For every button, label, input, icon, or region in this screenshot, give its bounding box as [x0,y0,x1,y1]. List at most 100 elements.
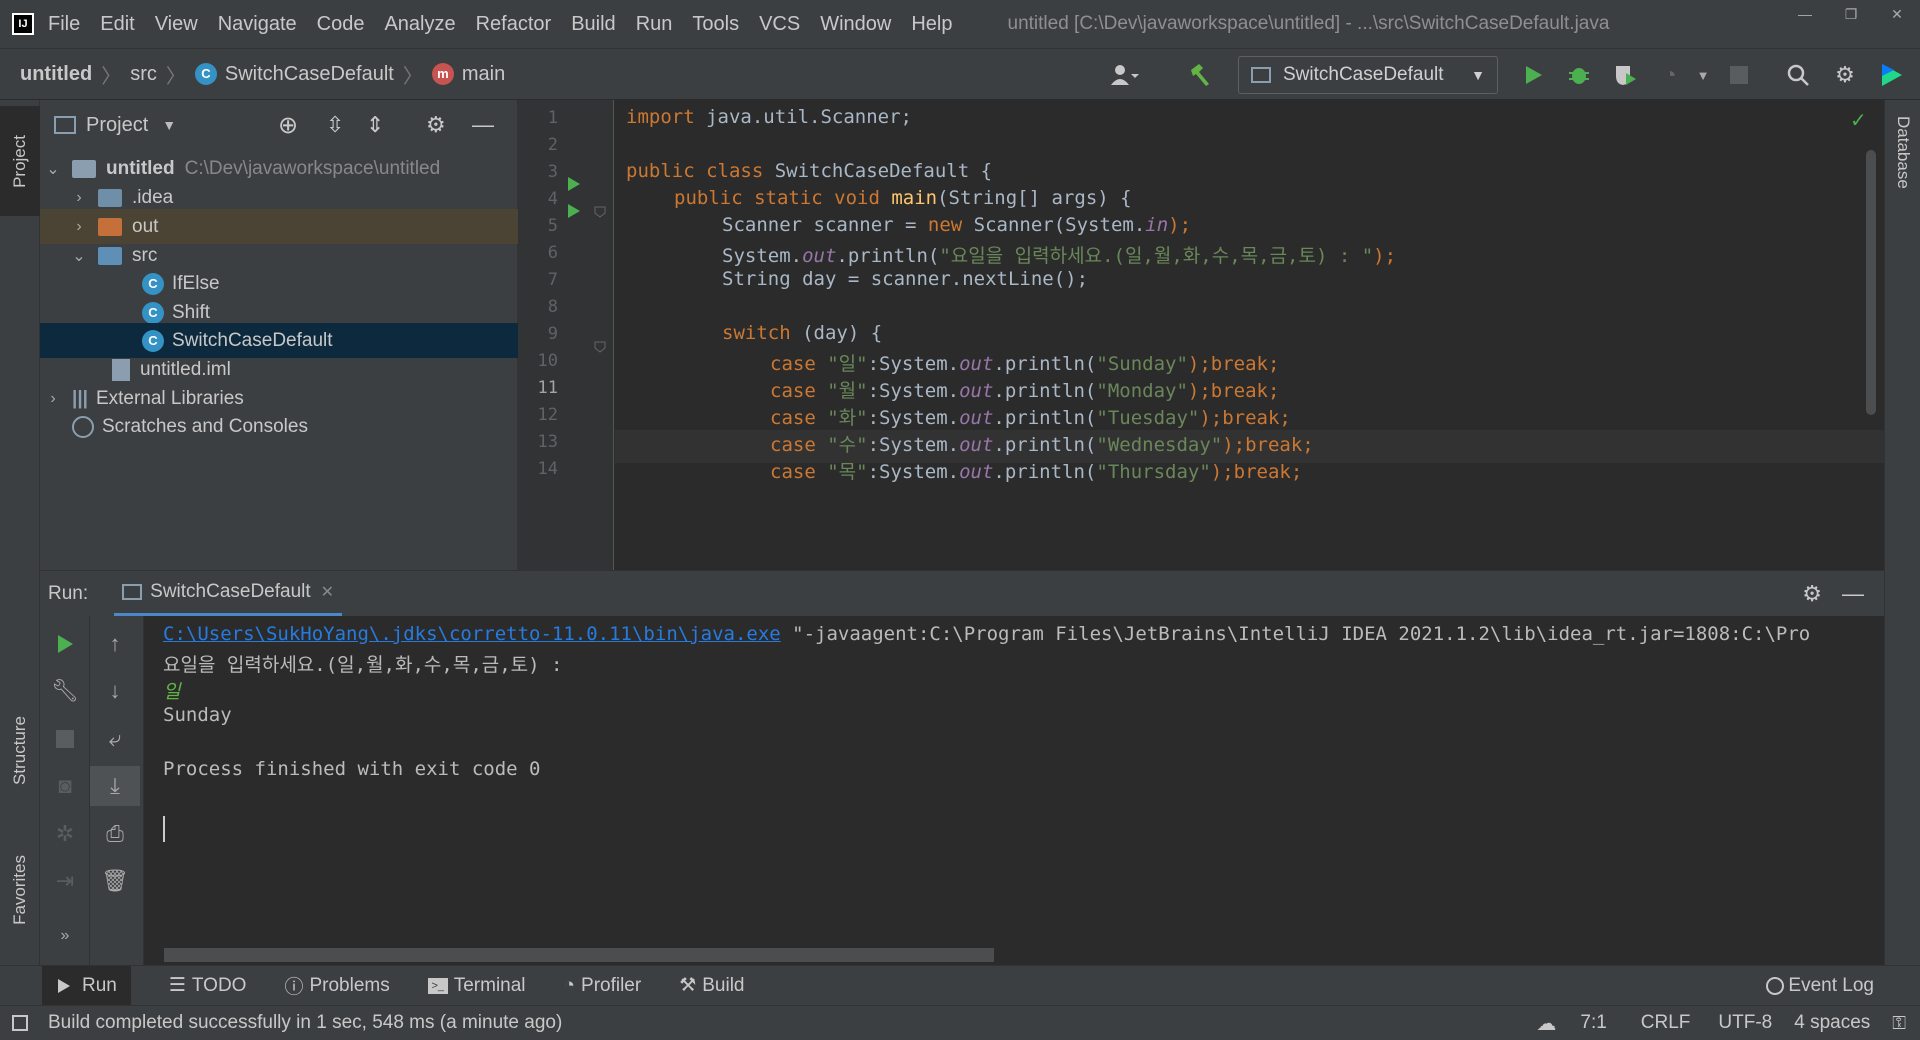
chevron-right-icon[interactable]: › [70,189,88,207]
minimize-icon[interactable]: — [1782,0,1828,30]
stop-icon[interactable] [1724,60,1754,90]
search-icon[interactable] [1783,60,1813,90]
hide-run-panel-icon[interactable]: — [1842,581,1864,607]
bottom-tab-terminal[interactable]: >_ Terminal [427,975,526,997]
tool-windows-toggle-icon[interactable] [12,1015,28,1031]
collapse-all-icon[interactable]: ⇕ [366,112,384,138]
window-title: untitled [C:\Dev\javaworkspace\untitled]… [1007,13,1610,34]
code-token: break; [1222,407,1291,429]
code-editor[interactable]: 1 2 3 4 5 6 7 8 9 10 11 12 13 14 import … [518,100,1884,570]
expand-all-icon[interactable]: ⇳ [326,112,344,138]
menu-build[interactable]: Build [571,13,615,36]
more-icon[interactable]: » [40,916,90,956]
menu-navigate[interactable]: Navigate [218,13,297,36]
print-icon[interactable]: ⎙ [90,814,140,854]
favorites-tool-tab[interactable]: Favorites [0,830,40,950]
run-config-selector[interactable]: SwitchCaseDefault ▼ [1238,56,1498,94]
database-tool-tab[interactable]: Database [1885,116,1920,256]
menu-refactor[interactable]: Refactor [476,13,552,36]
left-tool-strip: Project Structure Favorites [0,100,40,965]
menu-view[interactable]: View [155,13,198,36]
status-message[interactable]: Build completed successfully in 1 sec, 5… [48,1012,562,1034]
chevron-down-icon[interactable]: ⌄ [44,159,62,179]
breadcrumb-file[interactable]: C SwitchCaseDefault [194,63,394,86]
menu-code[interactable]: Code [317,13,365,36]
bottom-tab-run[interactable]: Run [42,965,131,1006]
build-hammer-icon[interactable] [1185,60,1215,90]
breadcrumb-folder[interactable]: src [130,63,157,86]
chevron-right-icon[interactable]: › [70,218,88,236]
structure-tool-tab[interactable]: Structure [0,690,40,810]
restore-icon[interactable]: ❐ [1828,0,1874,30]
stop-icon[interactable] [40,719,90,759]
close-tab-icon[interactable]: ✕ [321,582,334,602]
run-gutter-icon[interactable] [566,176,582,192]
fold-icon[interactable] [594,206,606,218]
project-tool-tab[interactable]: Project [0,106,40,216]
chevron-right-icon[interactable]: › [44,390,62,408]
menu-window[interactable]: Window [820,13,891,36]
lock-icon[interactable]: ⚿ [1892,1013,1906,1034]
run-gutter-icon[interactable] [566,203,582,219]
bottom-tab-profiler[interactable]: ◔ Profiler [564,975,642,997]
run-settings-gear-icon[interactable]: ⚙ [1802,581,1822,607]
line-number: 5 [547,216,558,236]
menu-edit[interactable]: Edit [100,13,134,36]
wrench-icon[interactable]: 🔧︎ [40,671,90,711]
tree-item-scratches[interactable]: Scratches and Consoles [40,409,518,444]
event-log-tab[interactable]: Event Log [1766,975,1874,997]
profiler-icon[interactable]: ◔ [1655,60,1685,90]
no-problems-check-icon[interactable]: ✓ [1850,108,1867,133]
indent-setting[interactable]: 4 spaces [1794,1012,1870,1034]
breadcrumb-method[interactable]: m main [431,63,505,86]
caret-down-icon[interactable]: ▼ [1688,60,1718,90]
tree-item-label: src [132,244,158,266]
run-tab-switchcasedefault[interactable]: SwitchCaseDefault ✕ [114,571,343,617]
coverage-icon[interactable] [1610,60,1640,90]
debug-icon[interactable] [1564,60,1594,90]
menu-file[interactable]: File [48,13,80,36]
editor-scrollbar[interactable] [1866,150,1876,415]
exit-icon[interactable]: ⇥ [40,861,90,901]
run-panel-header: Run: SwitchCaseDefault ✕ ⚙ — [40,570,1884,617]
project-panel-title[interactable]: Project [86,114,148,137]
bottom-tab-build[interactable]: ⚒ Build [679,974,744,997]
line-separator[interactable]: CRLF [1641,1012,1691,1034]
menu-vcs[interactable]: VCS [759,13,800,36]
rerun-icon[interactable] [40,624,90,664]
soft-wrap-icon[interactable]: ⤶ [90,719,140,759]
list-icon: ☰ [168,975,186,996]
event-cloud-icon[interactable]: ☁ [1536,1011,1556,1036]
info-icon: ⓘ [284,977,304,998]
console-horizontal-scrollbar[interactable] [164,948,994,962]
trash-icon[interactable]: 🗑︎ [90,861,140,901]
bottom-tab-problems[interactable]: ⓘ Problems [284,972,389,999]
breadcrumb-project[interactable]: untitled [20,63,92,86]
camera-icon[interactable]: ◙ [40,766,90,806]
menu-tools[interactable]: Tools [692,13,739,36]
fold-icon[interactable] [594,341,606,353]
caret-position[interactable]: 7:1 [1580,1012,1606,1034]
menu-help[interactable]: Help [911,13,952,36]
bottom-tab-todo[interactable]: ☰ TODO [169,974,247,997]
menu-run[interactable]: Run [636,13,673,36]
jetbrains-toolbox-icon[interactable] [1877,60,1907,90]
debug-bug-icon[interactable]: ✲ [40,814,90,854]
chevron-down-icon[interactable]: ⌄ [70,246,88,266]
down-arrow-icon[interactable]: ↓ [90,671,140,711]
caret-down-icon[interactable]: ▼ [162,117,176,133]
locate-icon[interactable]: ⊕ [278,111,298,140]
scroll-to-end-icon[interactable]: ⤓ [90,766,140,806]
user-icon[interactable] [1110,60,1140,90]
gear-icon[interactable]: ⚙ [426,112,446,138]
file-encoding[interactable]: UTF-8 [1718,1012,1772,1034]
run-console[interactable]: C:\Users\SukHoYang\.jdks\corretto-11.0.1… [144,616,1884,965]
up-arrow-icon[interactable]: ↑ [90,624,140,664]
java-path-link[interactable]: C:\Users\SukHoYang\.jdks\corretto-11.0.1… [163,623,781,645]
menu-analyze[interactable]: Analyze [384,13,455,36]
line-number: 1 [547,108,558,128]
close-icon[interactable]: ✕ [1874,0,1920,30]
settings-gear-icon[interactable]: ⚙ [1830,60,1860,90]
hide-panel-icon[interactable]: — [472,112,494,138]
run-icon[interactable] [1518,60,1548,90]
